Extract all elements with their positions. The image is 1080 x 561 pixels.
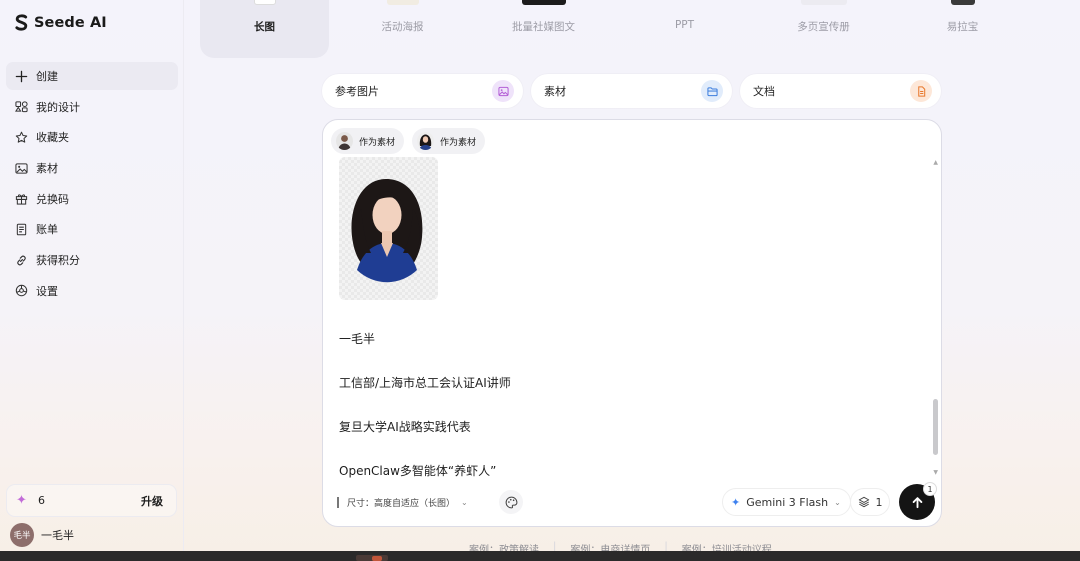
attachment-thumbnail — [417, 132, 434, 150]
tab-long-image[interactable]: 长图 — [200, 0, 329, 58]
receipt-icon — [14, 222, 28, 236]
arrow-up-icon — [912, 496, 922, 508]
sidebar-item-label: 兑换码 — [36, 192, 69, 206]
sidebar-item-label: 设置 — [36, 284, 58, 298]
tab-thumbnail — [521, 0, 566, 5]
sidebar-item-my-designs[interactable]: 我的设计 — [6, 93, 178, 121]
attachment-chip[interactable]: 作为素材 — [412, 128, 486, 154]
tab-event-poster[interactable]: 活动海报 — [338, 0, 467, 58]
tab-brochure[interactable]: 多页宣传册 — [759, 0, 888, 58]
scrollbar-thumb[interactable] — [933, 399, 938, 455]
output-count-button[interactable]: 1 — [850, 488, 890, 516]
gemini-icon: ✦ — [731, 495, 741, 509]
chevron-down-icon: ⌄ — [834, 497, 841, 507]
folder-icon — [701, 80, 723, 102]
sidebar-item-label: 创建 — [36, 70, 58, 83]
star-icon — [14, 130, 28, 144]
link-icon — [14, 253, 28, 267]
chip-label: 作为素材 — [440, 137, 477, 148]
tab-label: 长图 — [254, 21, 275, 33]
taskbar — [0, 551, 1080, 561]
sidebar-item-label: 素材 — [36, 162, 58, 176]
document-icon — [910, 80, 932, 102]
sidebar-item-redeem[interactable]: 兑换码 — [6, 185, 178, 213]
sidebar-item-assets[interactable]: 素材 — [6, 154, 178, 182]
designs-icon — [14, 100, 28, 114]
model-label: Gemini 3 Flash — [746, 495, 829, 509]
app-name: Seede AI — [34, 14, 107, 31]
tab-label: PPT — [674, 19, 695, 31]
user-name: 一毛半 — [41, 529, 74, 542]
palette-button[interactable] — [499, 490, 523, 514]
palette-icon — [505, 496, 517, 508]
settings-icon — [14, 284, 28, 298]
gift-icon — [14, 192, 28, 206]
scroll-up-arrow[interactable]: ▲ — [933, 159, 938, 166]
reference-image-button[interactable]: 参考图片 — [322, 74, 523, 108]
attachment-chip[interactable]: 作为素材 — [331, 128, 405, 154]
tab-label: 活动海报 — [381, 21, 424, 33]
sidebar-item-favorites[interactable]: 收藏夹 — [6, 123, 178, 151]
prompt-text-line: 工信部/上海市总工会认证AI讲师 — [339, 376, 511, 390]
output-count: 1 — [875, 495, 883, 509]
assets-button[interactable]: 素材 — [531, 74, 732, 108]
sidebar: Seede AI 创建 我的设计 收藏夹 素材 兑换码 账单 获得积分 设置 ✦… — [0, 0, 184, 551]
sidebar-item-label: 获得积分 — [36, 254, 80, 268]
format-tabs: 长图 活动海报 批量社媒图文 PPT 多页宣传册 易拉宝 — [200, 0, 1020, 60]
attachment-thumbnail — [336, 132, 353, 150]
sidebar-item-settings[interactable]: 设置 — [6, 277, 178, 305]
sidebar-item-billing[interactable]: 账单 — [6, 215, 178, 243]
scroll-down-arrow[interactable]: ▼ — [933, 469, 938, 476]
send-badge: 1 — [923, 482, 937, 496]
upgrade-button[interactable]: 升级 — [141, 493, 163, 509]
sidebar-item-label: 我的设计 — [36, 100, 80, 114]
size-label: 尺寸：高度自适应（长图） — [347, 498, 456, 509]
tab-label: 多页宣传册 — [797, 21, 850, 33]
portrait-image — [339, 157, 438, 300]
tab-ppt[interactable]: PPT — [620, 0, 749, 58]
sidebar-item-create[interactable]: 创建 — [6, 62, 178, 90]
prompt-text-line: OpenClaw多智能体“养虾人” — [339, 464, 497, 478]
tab-thumbnail — [950, 0, 975, 5]
pill-label: 参考图片 — [335, 85, 379, 98]
sparkle-icon: ✦ — [16, 493, 27, 508]
image-icon — [14, 161, 28, 175]
prompt-text-line: 复旦大学AI战略实践代表 — [339, 420, 471, 434]
size-select[interactable]: 尺寸：高度自适应（长图） ⌄ — [337, 490, 468, 514]
credits-panel: ✦ 6 升级 — [6, 484, 177, 517]
size-bar-icon — [337, 496, 339, 508]
tab-rollup-banner[interactable]: 易拉宝 — [898, 0, 1027, 58]
sidebar-item-earn-credits[interactable]: 获得积分 — [6, 246, 178, 274]
tab-label: 批量社媒图文 — [512, 21, 575, 33]
credits-count: 6 — [38, 494, 45, 507]
user-profile[interactable]: 毛半 一毛半 — [10, 523, 74, 547]
tab-label: 易拉宝 — [946, 21, 979, 33]
tab-thumbnail — [253, 0, 276, 5]
plus-icon — [14, 69, 28, 83]
document-button[interactable]: 文档 — [740, 74, 941, 108]
taskbar-app-icon — [372, 556, 382, 561]
seede-logo-icon — [15, 14, 28, 31]
sidebar-item-label: 账单 — [36, 223, 58, 237]
tab-batch-social[interactable]: 批量社媒图文 — [479, 0, 608, 58]
pill-label: 文档 — [753, 85, 775, 98]
layers-icon — [858, 496, 869, 508]
sidebar-item-label: 收藏夹 — [36, 131, 69, 145]
prompt-text-line: 一毛半 — [339, 332, 376, 346]
tab-thumbnail — [386, 0, 419, 5]
tab-thumbnail — [800, 0, 847, 5]
pill-label: 素材 — [544, 85, 566, 98]
prompt-composer[interactable]: 作为素材 作为素材 一毛半 工信部/上海市总工会认证AI讲师 复旦大学AI战略实 — [322, 119, 942, 527]
sidebar-nav: 创建 我的设计 收藏夹 素材 兑换码 账单 获得积分 设置 — [6, 62, 178, 308]
image-icon — [492, 80, 514, 102]
model-select[interactable]: ✦ Gemini 3 Flash ⌄ — [722, 488, 851, 516]
chip-label: 作为素材 — [359, 137, 396, 148]
chevron-down-icon: ⌄ — [461, 497, 468, 507]
app-logo[interactable]: Seede AI — [14, 14, 107, 31]
avatar: 毛半 — [10, 523, 34, 547]
